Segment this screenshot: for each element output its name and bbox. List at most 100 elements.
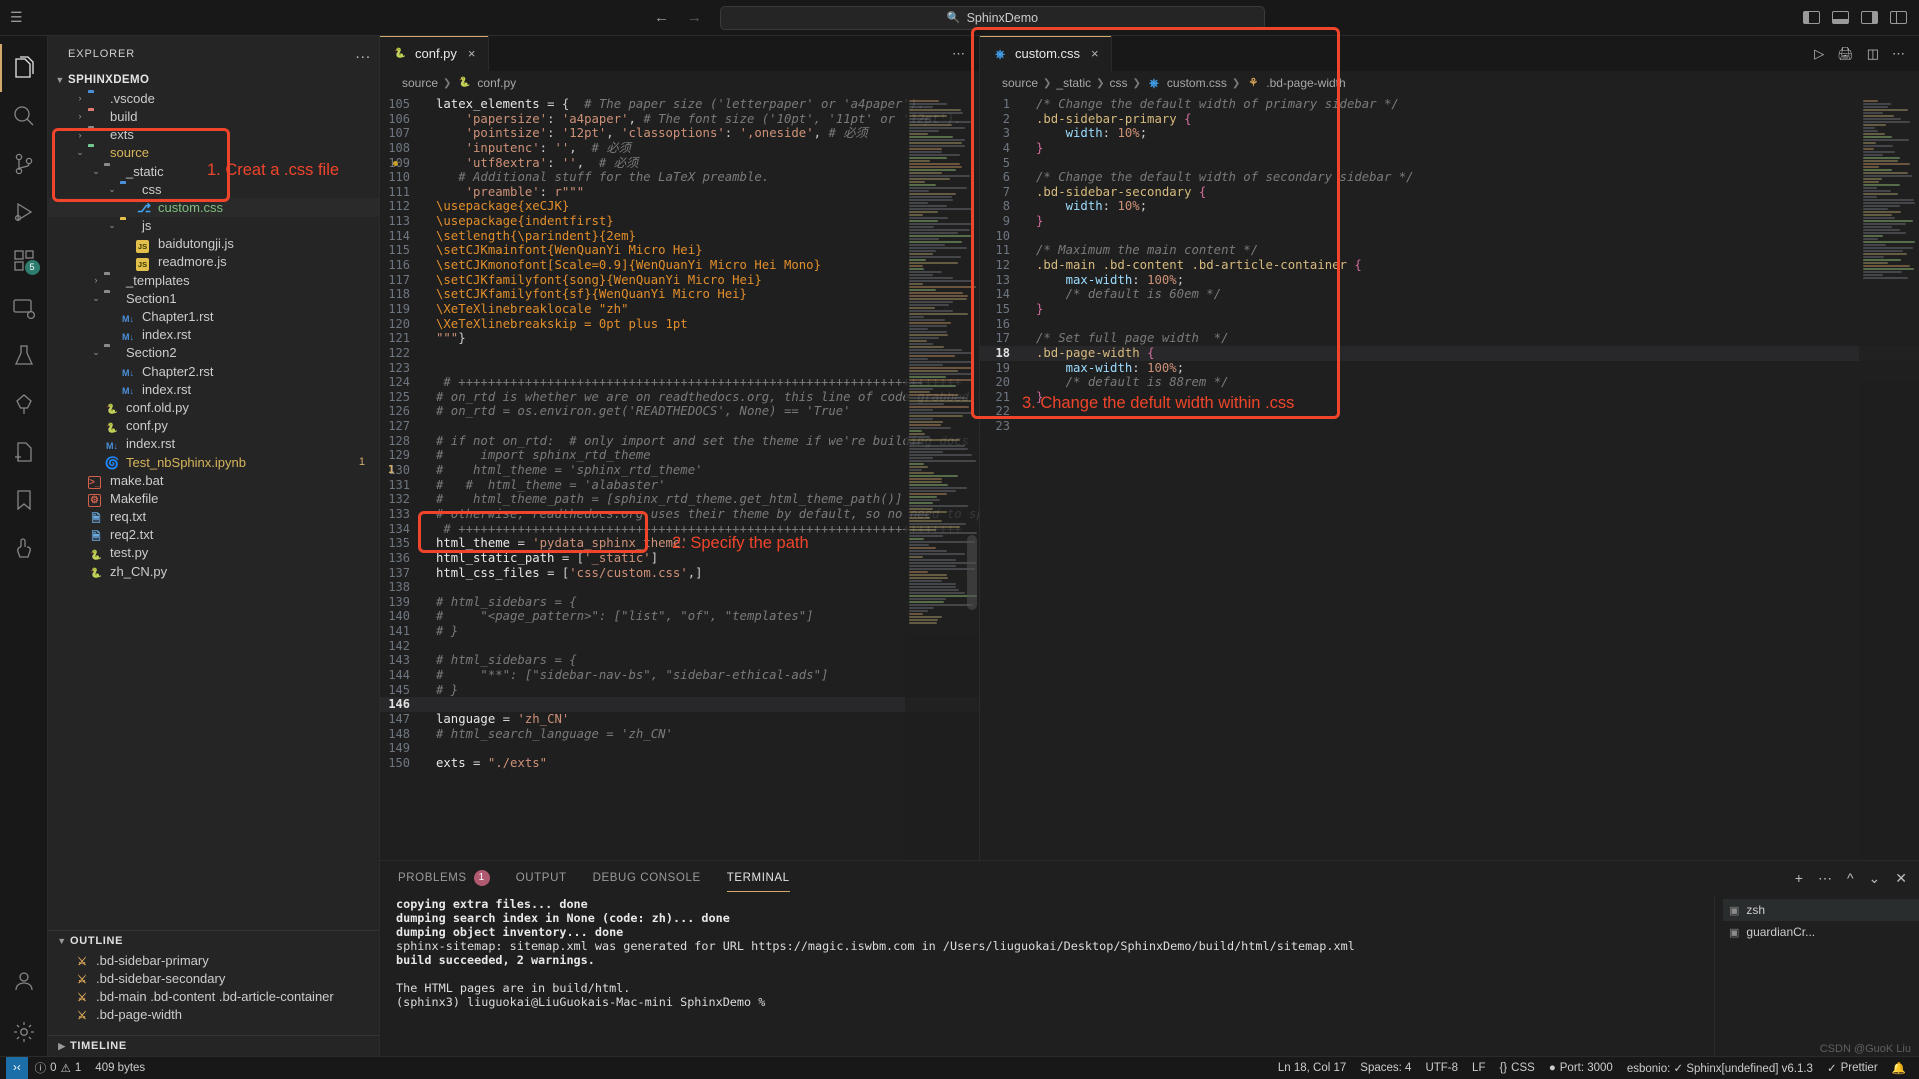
activity-testing[interactable]	[0, 332, 48, 380]
remote-indicator[interactable]: ›‹	[6, 1057, 28, 1079]
tree-item-build[interactable]: ›build	[48, 107, 379, 125]
close-icon[interactable]: ×	[468, 46, 476, 61]
tree-item-chapter2-rst[interactable]: ·M↓Chapter2.rst	[48, 362, 379, 380]
tree-item--templates[interactable]: ›_templates	[48, 271, 379, 289]
breadcrumb-item-symbol[interactable]: .bd-page-width	[1266, 76, 1345, 90]
customize-layout-icon[interactable]	[1890, 11, 1907, 24]
activity-extensions[interactable]: 5	[0, 236, 48, 284]
tree-root[interactable]: ▼ SPHINXDEMO	[48, 71, 379, 89]
tree-item-section2[interactable]: ⌄Section2	[48, 344, 379, 362]
close-icon[interactable]: ✕	[1895, 870, 1907, 887]
status-indentation[interactable]: Spaces: 4	[1353, 1057, 1418, 1079]
status-encoding[interactable]: UTF-8	[1418, 1057, 1465, 1079]
outline-item[interactable]: ⚔.bd-main .bd-content .bd-article-contai…	[48, 987, 379, 1005]
more-actions-icon[interactable]: ⋯	[1892, 46, 1905, 62]
split-editor-icon[interactable]: ◫	[1867, 46, 1879, 62]
layout-panel-bottom-icon[interactable]	[1832, 11, 1849, 24]
breadcrumb-item-static[interactable]: _static	[1056, 76, 1091, 90]
activity-accounts[interactable]	[0, 960, 48, 1008]
status-prettier[interactable]: ✓ Prettier	[1820, 1057, 1885, 1079]
status-language-mode[interactable]: {} CSS	[1492, 1057, 1541, 1079]
tree-item-custom-css[interactable]: ·⎇custom.css	[48, 198, 379, 216]
status-port[interactable]: ● Port: 3000	[1542, 1057, 1620, 1079]
tree-item-makefile[interactable]: ·⚙Makefile	[48, 489, 379, 507]
panel-tab-terminal[interactable]: TERMINAL	[727, 861, 790, 895]
outline-item[interactable]: ⚔.bd-page-width	[48, 1005, 379, 1023]
activity-pointer-tool[interactable]	[0, 524, 48, 572]
activity-remote-explorer[interactable]	[0, 284, 48, 332]
activity-run-debug[interactable]	[0, 188, 48, 236]
tree-item-js[interactable]: ⌄js	[48, 217, 379, 235]
minimap-left[interactable]	[905, 95, 979, 860]
tree-item-css[interactable]: ⌄css	[48, 180, 379, 198]
tree-item-index-rst[interactable]: ·M↓index.rst	[48, 380, 379, 398]
activity-settings[interactable]	[0, 1008, 48, 1056]
minimap-right[interactable]	[1859, 95, 1919, 860]
preview-icon[interactable]: 🖨	[1837, 46, 1854, 62]
tree-item-chapter1-rst[interactable]: ·M↓Chapter1.rst	[48, 307, 379, 325]
close-icon[interactable]: ×	[1091, 46, 1099, 61]
more-actions-icon[interactable]: ...	[355, 45, 371, 62]
breadcrumb-item-source[interactable]: source	[402, 76, 438, 90]
activity-search[interactable]	[0, 92, 48, 140]
run-icon[interactable]: ▷	[1814, 46, 1824, 62]
tree-item-exts[interactable]: ›exts	[48, 126, 379, 144]
tree-item-index-rst[interactable]: ·M↓index.rst	[48, 326, 379, 344]
activity-explorer[interactable]	[0, 44, 48, 92]
tree-item-index-rst[interactable]: ·M↓index.rst	[48, 435, 379, 453]
tree-item-req-txt[interactable]: ·🗎req.txt	[48, 508, 379, 526]
layout-panel-left-icon[interactable]	[1803, 11, 1820, 24]
activity-new-file[interactable]	[0, 428, 48, 476]
back-icon[interactable]: ←	[654, 9, 669, 26]
panel-tab-problems[interactable]: PROBLEMS 1	[398, 861, 490, 895]
tree-item-make-bat[interactable]: ·>_make.bat	[48, 471, 379, 489]
breakpoint-icon[interactable]	[393, 161, 398, 166]
command-center[interactable]: 🔍 SphinxDemo	[720, 6, 1265, 30]
layout-panel-right-icon[interactable]	[1861, 11, 1878, 24]
forward-icon[interactable]: →	[687, 9, 702, 26]
panel-tab-output[interactable]: OUTPUT	[516, 861, 567, 895]
tree-item-test-nbsphinx-ipynb[interactable]: ·🌀Test_nbSphinx.ipynb1	[48, 453, 379, 471]
activity-bookmarks[interactable]	[0, 476, 48, 524]
tree-item-zh-cn-py[interactable]: ·🐍zh_CN.py	[48, 562, 379, 580]
code-editor-conf-py[interactable]: 105latex_elements = { # The paper size (…	[380, 95, 979, 860]
tree-item-conf-py[interactable]: ·🐍conf.py	[48, 417, 379, 435]
outline-section-header[interactable]: ▼ OUTLINE	[48, 930, 379, 951]
tab-conf-py[interactable]: 🐍 conf.py ×	[380, 36, 489, 71]
activity-test-explorer[interactable]	[0, 380, 48, 428]
new-terminal-icon[interactable]: +	[1795, 870, 1803, 886]
code-editor-custom-css[interactable]: 1/* Change the default width of primary …	[980, 95, 1919, 860]
tree-item-conf-old-py[interactable]: ·🐍conf.old.py	[48, 398, 379, 416]
status-problems[interactable]: ⓘ 0 ⚠ 1	[28, 1057, 89, 1079]
tree-item-readmore-js[interactable]: ·JSreadmore.js	[48, 253, 379, 271]
status-eol[interactable]: LF	[1465, 1057, 1492, 1079]
minimize-icon[interactable]: ⌄	[1869, 870, 1881, 887]
breadcrumb-item-css[interactable]: css	[1110, 76, 1128, 90]
more-icon[interactable]: ⋯	[1818, 870, 1832, 887]
tree-item--vscode[interactable]: ›.vscode	[48, 89, 379, 107]
editor-scrollbar-left[interactable]	[967, 535, 977, 610]
maximize-icon[interactable]: ^	[1847, 870, 1854, 886]
app-menu-icon[interactable]: ☰	[10, 9, 24, 26]
breadcrumb-item-file[interactable]: conf.py	[477, 76, 516, 90]
terminal-session-item[interactable]: ▣zsh	[1723, 899, 1919, 921]
breadcrumb-item-source[interactable]: source	[1002, 76, 1038, 90]
breadcrumb-item-file[interactable]: custom.css	[1167, 76, 1227, 90]
tree-item-test-py[interactable]: ·🐍test.py	[48, 544, 379, 562]
outline-item[interactable]: ⚔.bd-sidebar-primary	[48, 951, 379, 969]
tree-item-source[interactable]: ⌄source	[48, 144, 379, 162]
outline-item[interactable]: ⚔.bd-sidebar-secondary	[48, 969, 379, 987]
tab-custom-css[interactable]: ⎈ custom.css ×	[980, 36, 1112, 71]
terminal-output[interactable]: copying extra files... donedumping searc…	[380, 895, 1714, 1056]
tree-item-req2-txt[interactable]: ·🗎req2.txt	[48, 526, 379, 544]
status-notifications[interactable]: 🔔	[1885, 1057, 1913, 1079]
tree-item-section1[interactable]: ⌄Section1	[48, 289, 379, 307]
status-esbonio[interactable]: esbonio: ✓ Sphinx[undefined] v6.1.3	[1620, 1057, 1820, 1079]
activity-source-control[interactable]	[0, 140, 48, 188]
status-cursor-position[interactable]: Ln 18, Col 17	[1271, 1057, 1353, 1079]
tree-item-baidutongji-js[interactable]: ·JSbaidutongji.js	[48, 235, 379, 253]
timeline-section-header[interactable]: ▶ TIMELINE	[48, 1035, 379, 1056]
more-actions-icon[interactable]: ⋯	[952, 46, 965, 62]
terminal-session-item[interactable]: ▣guardianCr...	[1723, 921, 1919, 943]
panel-tab-debug-console[interactable]: DEBUG CONSOLE	[593, 861, 701, 895]
